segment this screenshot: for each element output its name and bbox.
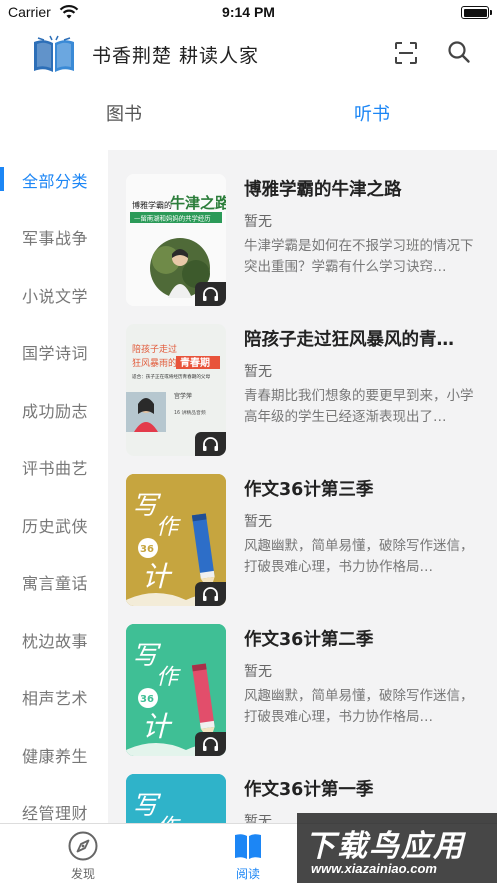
watermark: 下载鸟应用 www.xiazainiao.com: [297, 813, 497, 883]
book-cover: 陪孩子走过 狂风暴雨的 青春期 适合：孩子正在或将经历青春期的父母 宫学萍 16…: [126, 324, 226, 456]
category-label: 小说文学: [22, 287, 89, 306]
category-item-motivation[interactable]: 成功励志: [0, 389, 108, 429]
app-title: 书香荆楚 耕读人家: [92, 45, 260, 67]
cover-art: 写 作: [126, 774, 226, 823]
book-cover: 写 作 36 计: [126, 474, 226, 606]
category-label: 军事战争: [22, 229, 89, 248]
nav-read-label: 阅读: [235, 867, 260, 881]
list-item[interactable]: 写 作 36 计 作文36计第三季 暂无 风趣幽默，简单易懂，破除写作迷信，打破…: [108, 450, 497, 606]
category-sidebar: 全部分类 军事战争 小说文学 国学诗词 成功励志 评书曲艺 历史武侠 寓言童话 …: [0, 150, 108, 823]
cover-line3: 青春期: [180, 356, 210, 369]
book-title: 作文36计第二季: [244, 630, 374, 650]
book-description: 青春期比我们想象的要更早到来，小学高年级的学生已经逐渐表现出了…: [244, 388, 474, 425]
list-item[interactable]: 写 作 36 计 作文36计第二季 暂无 风趣幽默，简单易懂，破除写作迷信，打破…: [108, 600, 497, 756]
category-label: 历史武侠: [22, 517, 89, 536]
cover-char2: 作: [156, 665, 181, 690]
category-label: 成功励志: [22, 402, 89, 421]
tab-books[interactable]: 图书: [0, 100, 248, 126]
search-icon[interactable]: [446, 39, 472, 65]
cover-subtitle: —留南湖和妈妈的共学经历: [134, 214, 211, 223]
book-author: 暂无: [244, 664, 272, 680]
audiobook-list: 博雅学霸的 牛津之路 —留南湖和妈妈的共学经历 博雅学霸的牛津之路 暂无 牛津学…: [108, 150, 497, 823]
cover-number: 36: [140, 694, 154, 705]
book-author: 暂无: [244, 214, 272, 230]
cover-subtitle: 适合：孩子正在或将经历青春期的父母: [132, 373, 211, 380]
book-title: 作文36计第三季: [244, 480, 374, 500]
book-description: 牛津学霸是如何在不报学习班的情况下突出重围？学霸有什么学习诀窍…: [244, 238, 474, 275]
book-title: 陪孩子走过狂风暴风的青…: [244, 330, 454, 350]
list-item[interactable]: 博雅学霸的 牛津之路 —留南湖和妈妈的共学经历 博雅学霸的牛津之路 暂无 牛津学…: [108, 150, 497, 306]
category-label: 健康养生: [22, 747, 89, 766]
category-label: 寓言童话: [22, 574, 89, 593]
battery-icon: [461, 6, 492, 19]
book-author: 暂无: [244, 364, 272, 380]
category-item-fiction[interactable]: 小说文学: [0, 274, 108, 314]
book-title: 博雅学霸的牛津之路: [244, 180, 402, 200]
nav-discover-label: 发现: [70, 867, 95, 881]
category-label: 全部分类: [22, 172, 89, 191]
category-item-crosstalk[interactable]: 相声艺术: [0, 676, 108, 716]
cover-line1: 博雅学霸的: [132, 200, 172, 210]
book-icon: [235, 834, 261, 859]
category-item-history[interactable]: 历史武侠: [0, 504, 108, 544]
book-title: 作文36计第一季: [244, 780, 374, 800]
cover-author-label: 宫学萍: [174, 392, 192, 400]
category-item-military[interactable]: 军事战争: [0, 216, 108, 256]
cover-line1: 陪孩子走过: [132, 343, 177, 355]
book-author: 暂无: [244, 814, 272, 823]
status-bar: Carrier 9:14 PM: [0, 0, 497, 26]
category-item-all[interactable]: 全部分类: [0, 159, 108, 199]
category-label: 国学诗词: [22, 344, 89, 363]
cover-number: 36: [140, 544, 154, 555]
cover-char3: 计: [142, 560, 173, 593]
category-item-health[interactable]: 健康养生: [0, 734, 108, 774]
book-author: 暂无: [244, 514, 272, 530]
compass-icon: [68, 831, 98, 861]
clock: 9:14 PM: [222, 4, 275, 20]
tab-bar: 图书 听书: [0, 82, 497, 146]
book-description: 风趣幽默，简单易懂，破除写作迷信，打破畏难心理，书力协作格局…: [244, 538, 474, 575]
category-label: 相声艺术: [22, 689, 89, 708]
book-cover: 写 作 36 计: [126, 624, 226, 756]
category-item-classics[interactable]: 国学诗词: [0, 331, 108, 371]
book-cover: 博雅学霸的 牛津之路 —留南湖和妈妈的共学经历: [126, 174, 226, 306]
category-label: 评书曲艺: [22, 459, 89, 478]
category-label: 枕边故事: [22, 632, 89, 651]
book-description: 风趣幽默，简单易懂，破除写作迷信，打破畏难心理，书力协作格局…: [244, 688, 474, 725]
category-item-bedtime[interactable]: 枕边故事: [0, 619, 108, 659]
app-header: 书香荆楚 耕读人家: [0, 26, 497, 82]
app-logo-book-icon: [34, 35, 74, 72]
cover-char3: 计: [142, 710, 173, 743]
category-label: 经管理财: [22, 804, 89, 823]
active-indicator: [0, 167, 4, 191]
cover-char2: 作: [156, 515, 181, 540]
tab-audiobooks[interactable]: 听书: [248, 100, 496, 126]
nav-discover[interactable]: 发现: [33, 830, 133, 882]
book-cover: 写 作: [126, 774, 226, 823]
scan-icon[interactable]: [393, 40, 419, 66]
cover-line2: 狂风暴雨的: [132, 357, 177, 369]
watermark-url: www.xiazainiao.com: [311, 861, 437, 876]
cover-episodes: 16 讲精品音频: [174, 409, 206, 416]
watermark-title: 下载鸟应用: [305, 829, 465, 864]
cover-char2: 作: [156, 815, 181, 823]
list-item[interactable]: 陪孩子走过 狂风暴雨的 青春期 适合：孩子正在或将经历青春期的父母 宫学萍 16…: [108, 300, 497, 456]
cover-line2: 牛津之路: [170, 194, 226, 212]
category-item-finance[interactable]: 经管理财: [0, 791, 108, 823]
category-item-fables[interactable]: 寓言童话: [0, 561, 108, 601]
nav-read[interactable]: 阅读: [198, 830, 298, 882]
category-item-storytelling[interactable]: 评书曲艺: [0, 446, 108, 486]
